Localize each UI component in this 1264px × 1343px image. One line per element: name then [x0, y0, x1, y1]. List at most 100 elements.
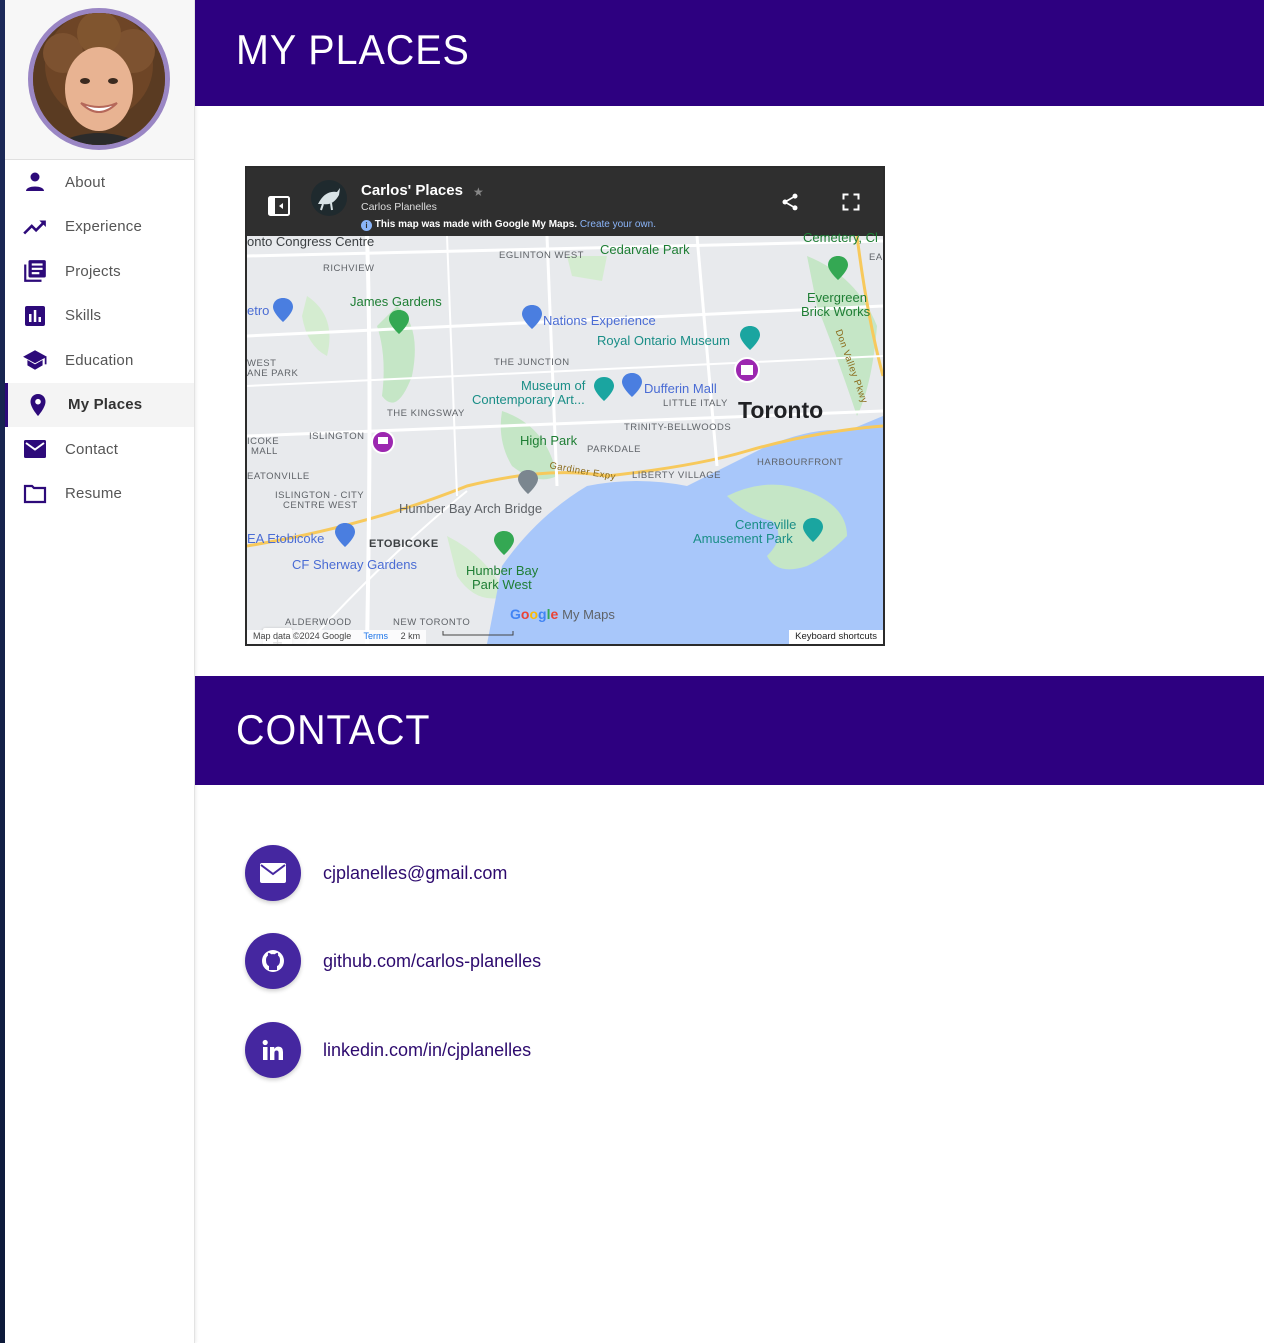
- map-label: Contemporary Art...: [472, 392, 585, 407]
- contact-github-row: github.com/carlos-planelles: [245, 933, 541, 989]
- map-label: THE JUNCTION: [494, 357, 570, 368]
- map-label: EATONVILLE: [247, 471, 310, 482]
- map-label: EGLINTON WEST: [499, 250, 584, 261]
- map-label: Humber Bay Arch Bridge: [399, 501, 543, 516]
- map-label: ALDERWOOD: [285, 617, 352, 628]
- person-icon: [21, 168, 49, 196]
- keyboard-shortcuts-button[interactable]: Keyboard shortcuts: [789, 630, 883, 644]
- folder-icon: [21, 480, 49, 508]
- school-icon: [21, 346, 49, 374]
- linkedin-link[interactable]: linkedin.com/in/cjplanelles: [323, 1040, 531, 1061]
- map-label: Amusement Park: [693, 531, 793, 546]
- map-label: MALL: [251, 446, 278, 457]
- map-label: ANE PARK: [247, 368, 299, 379]
- map-label: TRINITY-BELLWOODS: [624, 422, 732, 433]
- map-label: Cemetery, Cl: [803, 230, 878, 245]
- map-label: CF Sherway Gardens: [292, 557, 417, 572]
- google-my-maps-embed[interactable]: Carlos' Places ★ Carlos Planelles i This…: [245, 166, 885, 646]
- sidebar-item-label: Experience: [65, 218, 143, 236]
- map-author: Carlos Planelles: [361, 201, 437, 213]
- map-label: Evergreen: [807, 290, 867, 305]
- map-label: James Gardens: [350, 294, 442, 309]
- map-canvas[interactable]: onto Congress Centre RICHVIEW EGLINTON W…: [247, 230, 883, 644]
- contact-linkedin-row: linkedin.com/in/cjplanelles: [245, 1022, 531, 1078]
- map-label: EA: [869, 252, 883, 263]
- star-icon[interactable]: ★: [473, 185, 484, 199]
- profile-avatar: [28, 8, 170, 150]
- map-title-bar: Carlos' Places ★ Carlos Planelles i This…: [247, 168, 883, 236]
- email-link[interactable]: cjplanelles@gmail.com: [323, 863, 507, 884]
- map-label: Dufferin Mall: [644, 381, 717, 396]
- terms-link[interactable]: Terms: [364, 631, 389, 641]
- github-link[interactable]: github.com/carlos-planelles: [323, 951, 541, 972]
- contact-header: CONTACT: [195, 676, 1264, 785]
- map-label: PARKDALE: [587, 444, 641, 455]
- map-title: Carlos' Places: [361, 182, 463, 199]
- my-places-header: MY PLACES: [195, 0, 1264, 106]
- sidebar-item-projects[interactable]: Projects: [5, 249, 194, 294]
- map-note: i This map was made with Google My Maps.…: [361, 219, 656, 231]
- scale-label: 2 km: [400, 631, 421, 641]
- sidebar: About Experience Projects Skills Educati…: [5, 0, 195, 1343]
- sidebar-nav: About Experience Projects Skills Educati…: [5, 160, 194, 516]
- map-label: Humber Bay: [466, 563, 539, 578]
- sidebar-item-about[interactable]: About: [5, 160, 194, 205]
- library-books-icon: [21, 257, 49, 285]
- sidebar-item-label: Education: [65, 351, 134, 369]
- map-label: Museum of: [521, 378, 586, 393]
- map-label: HARBOURFRONT: [757, 457, 844, 468]
- sidebar-item-resume[interactable]: Resume: [5, 472, 194, 517]
- map-owner-avatar: [311, 180, 347, 221]
- profile-header: [5, 0, 194, 160]
- map-label: RICHVIEW: [323, 263, 375, 274]
- location-pin-icon: [24, 391, 52, 419]
- section-title-my-places: MY PLACES: [236, 26, 470, 73]
- sidebar-item-label: Resume: [65, 485, 123, 503]
- map-label: ETOBICOKE: [369, 538, 439, 550]
- map-attribution: Map data ©2024 Google: [253, 631, 352, 641]
- map-label: NEW TORONTO: [393, 617, 471, 628]
- envelope-icon[interactable]: [245, 845, 301, 901]
- map-label: Centreville: [735, 517, 797, 532]
- map-label: High Park: [520, 433, 578, 448]
- sidebar-item-label: Contact: [65, 440, 119, 458]
- info-icon: i: [361, 220, 372, 231]
- map-legend-toggle-icon[interactable]: [267, 195, 291, 222]
- map-label: ISLINGTON: [309, 431, 365, 442]
- sidebar-item-skills[interactable]: Skills: [5, 294, 194, 339]
- share-icon[interactable]: [780, 192, 800, 217]
- my-maps-logo-text: My Maps: [562, 607, 615, 622]
- map-label: CENTRE WEST: [283, 500, 358, 511]
- sidebar-item-my-places[interactable]: My Places: [5, 382, 194, 427]
- sidebar-item-experience[interactable]: Experience: [5, 205, 194, 250]
- github-icon[interactable]: [245, 933, 301, 989]
- linkedin-icon[interactable]: [245, 1022, 301, 1078]
- bar-chart-icon: [21, 302, 49, 330]
- sidebar-item-education[interactable]: Education: [5, 338, 194, 383]
- map-label: THE KINGSWAY: [387, 408, 465, 419]
- map-label: Brick Works: [801, 304, 871, 319]
- google-logo: Google My Maps: [510, 606, 615, 622]
- create-your-own-link[interactable]: Create your own.: [580, 219, 656, 230]
- map-label: EA Etobicoke: [247, 531, 325, 546]
- sidebar-item-label: Skills: [65, 307, 102, 325]
- map-label: Park West: [472, 577, 532, 592]
- sidebar-item-label: My Places: [68, 396, 143, 414]
- map-note-text: This map was made with Google My Maps.: [374, 219, 578, 230]
- map-label: Cedarvale Park: [600, 242, 690, 257]
- map-label: LIBERTY VILLAGE: [632, 470, 721, 481]
- map-label-toronto: Toronto: [738, 397, 824, 423]
- map-label: LITTLE ITALY: [663, 398, 728, 409]
- fullscreen-icon[interactable]: [841, 192, 861, 217]
- map-label: onto Congress Centre: [247, 234, 375, 249]
- map-label: etro: [247, 303, 270, 318]
- map-attribution-bar: Map data ©2024 Google Terms 2 km: [247, 630, 427, 644]
- sidebar-item-label: Projects: [65, 262, 121, 280]
- trending-up-icon: [21, 213, 49, 241]
- contact-email-row: cjplanelles@gmail.com: [245, 845, 507, 901]
- mail-icon: [21, 435, 49, 463]
- sidebar-item-contact[interactable]: Contact: [5, 427, 194, 472]
- map-label: Nations Experience: [543, 313, 656, 328]
- map-label: Royal Ontario Museum: [597, 333, 730, 348]
- section-title-contact: CONTACT: [236, 706, 431, 753]
